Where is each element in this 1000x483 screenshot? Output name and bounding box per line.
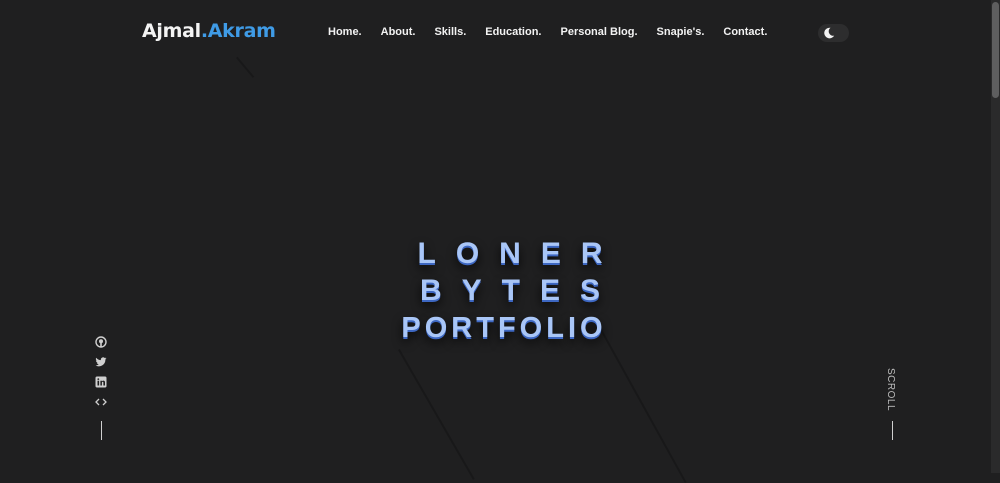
social-divider-line [101,421,102,440]
background-line [600,329,687,483]
nav-personal-blog[interactable]: Personal Blog. [560,26,637,38]
hero-line-2: BYTES [419,274,621,307]
nav-education[interactable]: Education. [485,26,541,38]
scroll-indicator[interactable]: SCROLL [884,368,896,411]
twitter-icon[interactable] [95,356,107,368]
background-line [236,56,255,78]
page-scrollbar[interactable] [991,0,1000,473]
github-icon[interactable] [95,336,107,348]
nav-home[interactable]: Home. [328,26,362,38]
nav-about[interactable]: About. [381,26,416,38]
site-logo[interactable]: Ajmal.Akram [142,20,276,42]
hero-line-3: PORTFOLIO [401,312,607,344]
main-nav: Home. About. Skills. Education. Personal… [328,26,767,38]
hero-line-1: LONER [417,237,623,270]
code-icon[interactable] [95,396,107,408]
background-line [398,349,475,480]
nav-skills[interactable]: Skills. [434,26,466,38]
scroll-divider-line [892,421,893,440]
theme-toggle[interactable] [818,24,849,42]
linkedin-icon[interactable] [95,376,107,388]
logo-first-name: Ajmal [142,20,201,42]
nav-snapies[interactable]: Snapie's. [657,26,705,38]
nav-contact[interactable]: Contact. [723,26,767,38]
logo-last-name: .Akram [200,20,276,42]
social-links [95,336,109,408]
moon-icon [824,27,835,39]
scrollbar-thumb[interactable] [992,2,999,98]
